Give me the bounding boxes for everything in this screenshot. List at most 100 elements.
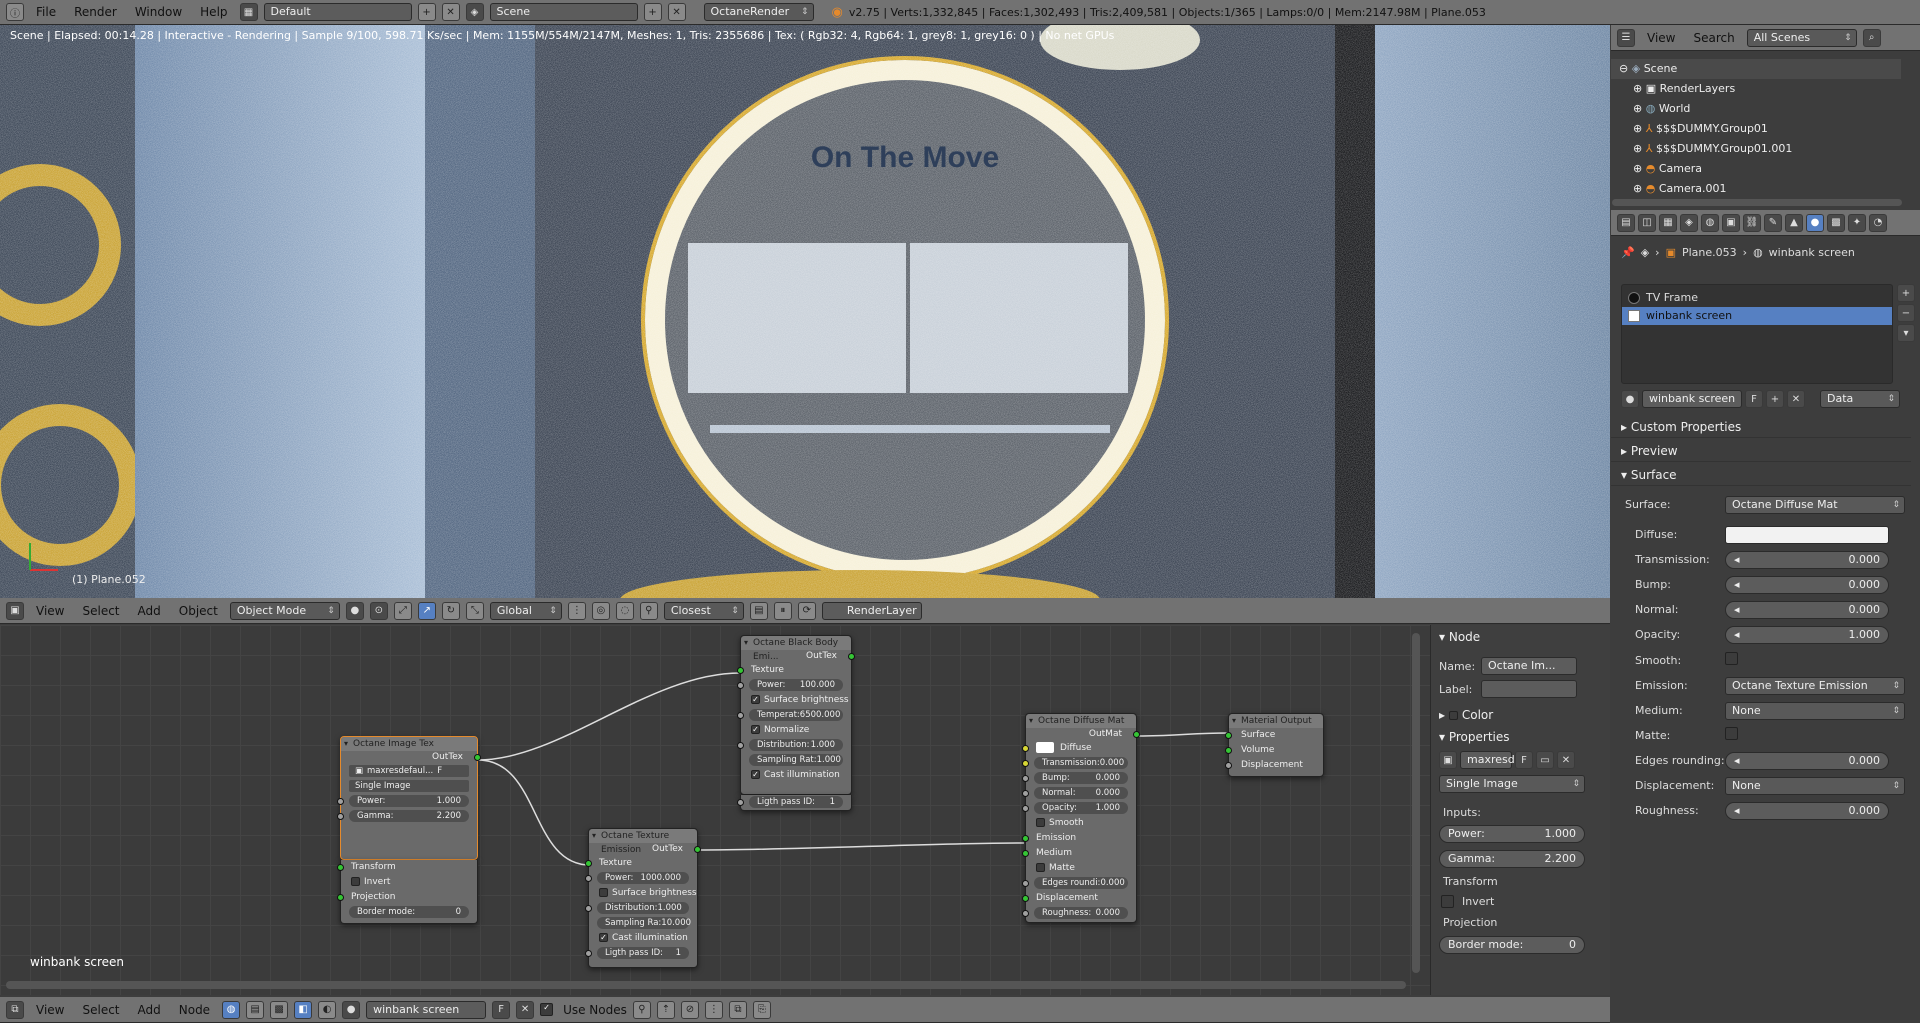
temperature-slider[interactable]: Temperat: 6500.000 (749, 709, 843, 721)
power-socket[interactable] (585, 875, 592, 882)
material-output-node[interactable]: Material Output Surface Volume Displacem… (1225, 713, 1324, 777)
vp-menu-object[interactable]: Object (173, 604, 224, 618)
gamma-socket[interactable] (337, 813, 344, 820)
diffuse-color-field[interactable] (1725, 526, 1889, 544)
material-name-field[interactable]: winbank screen (1642, 390, 1742, 408)
scene-icon[interactable]: ◈ (465, 3, 484, 21)
outliner-row-camera-001[interactable]: ⊕ ◓ Camera.001 (1611, 179, 1901, 199)
render-anim-icon[interactable]: ⏸ (773, 601, 792, 620)
bump-socket[interactable] (1022, 775, 1029, 782)
roughness-slider[interactable]: ◂ 0.000 (1725, 802, 1889, 820)
edges-rounding-slider[interactable]: Edges roundi: 0.000 (1034, 877, 1128, 889)
roughness-socket[interactable] (1022, 910, 1029, 917)
light-pass-slider[interactable]: Ligth pass ID: 1 (749, 796, 843, 808)
vp-menu-add[interactable]: Add (132, 604, 167, 618)
texture-nodes-icon[interactable]: ▩ (270, 1000, 289, 1019)
horizontal-scrollbar[interactable] (6, 981, 1406, 989)
breadcrumb-material[interactable]: winbank screen (1769, 246, 1855, 259)
properties-section-header[interactable]: ▾ Properties (1431, 727, 1510, 747)
display-mode-select[interactable]: All Scenes (1746, 28, 1857, 47)
orientation-select[interactable]: Global (489, 601, 562, 620)
menu-file[interactable]: File (30, 5, 62, 19)
3d-viewport[interactable]: On The Move Scene | Elapsed: 00:14.28 | … (0, 25, 1610, 598)
material-fake-user[interactable]: F (492, 1000, 511, 1019)
unlink-material-icon[interactable]: ✕ (1787, 390, 1805, 408)
ne-menu-add[interactable]: Add (132, 1003, 167, 1017)
texture-socket[interactable] (737, 667, 744, 674)
black-body-node[interactable]: Octane Black Body Emi... OutTex Texture … (737, 635, 855, 795)
editor-type-icon[interactable]: ▤ (1617, 213, 1635, 232)
viewport-shading-icon[interactable]: ● (345, 601, 364, 620)
unlink-icon[interactable]: ✕ (1557, 751, 1575, 769)
shader-nodes-icon[interactable]: ◍ (222, 1000, 241, 1019)
new-material-icon[interactable]: + (1766, 390, 1784, 408)
image-browse-icon[interactable]: ▣ (1439, 751, 1457, 769)
layout-field[interactable]: Default (263, 3, 412, 21)
edges-rounding-slider[interactable]: ◂ 0.000 (1725, 752, 1889, 770)
parent-node-icon[interactable]: ⇡ (656, 1000, 675, 1019)
material-browse-icon[interactable]: ● (342, 1000, 361, 1019)
power-slider[interactable]: Power: 1.000 (349, 795, 469, 807)
add-scene-icon[interactable]: + (643, 3, 662, 21)
folder-icon[interactable]: ▭ (1536, 751, 1554, 769)
projection-mode-select[interactable]: Single Image (1439, 775, 1585, 793)
power-slider[interactable]: Power: 100.000 (749, 679, 843, 691)
transmission-slider[interactable]: ◂ 0.000 (1725, 551, 1889, 569)
normalize-checkbox[interactable]: ✓ (751, 725, 760, 734)
distribution-slider[interactable]: Distribution: 1.000 (749, 739, 843, 751)
diffuse-color-swatch[interactable] (1036, 742, 1054, 753)
power-socket[interactable] (337, 798, 344, 805)
ne-menu-node[interactable]: Node (173, 1003, 216, 1017)
ne-menu-view[interactable]: View (30, 1003, 70, 1017)
editor-type-icon[interactable]: ▣ (6, 601, 24, 620)
matte-checkbox[interactable] (1725, 727, 1738, 740)
power-slider[interactable]: Power: 1000.000 (597, 872, 689, 884)
compositing-nodes-icon[interactable]: ▤ (246, 1000, 265, 1019)
menu-render[interactable]: Render (68, 5, 123, 19)
snap-target-icon[interactable]: ⋮ (704, 1000, 723, 1019)
mode-select[interactable]: Object Mode (229, 601, 340, 620)
paste-nodes-icon[interactable]: ⎘ (752, 1000, 771, 1019)
render-image-icon[interactable]: ▤ (749, 601, 768, 620)
bump-slider[interactable]: Bump: 0.000 (1034, 772, 1128, 784)
sampling-rate-slider[interactable]: Sampling Rat: 1.000 (749, 754, 843, 766)
render-layers-tab-icon[interactable]: ▦ (1659, 213, 1677, 232)
texture-tab-icon[interactable]: ▩ (1827, 213, 1845, 232)
medium-socket[interactable] (1022, 850, 1029, 857)
panel-gamma-slider[interactable]: Gamma: 2.200 (1439, 850, 1585, 868)
sampling-rate-slider[interactable]: Sampling Ra: 10.000 (597, 917, 691, 929)
material-browse-icon[interactable]: ● (1621, 390, 1639, 408)
diffuse-mat-node[interactable]: Octane Diffuse Mat OutMat Diffuse Transm… (1022, 713, 1140, 923)
snap-icon[interactable]: ⚲ (639, 601, 658, 620)
outliner-row-renderlayers[interactable]: ⊕ ▣ RenderLayers (1611, 79, 1901, 99)
color-checkbox[interactable] (1448, 711, 1458, 720)
temperature-socket[interactable] (737, 712, 744, 719)
power-socket[interactable] (737, 682, 744, 689)
cast-illumination-checkbox[interactable]: ✓ (599, 933, 608, 942)
manipulator-icon[interactable]: ⤢ (393, 601, 412, 620)
normal-slider[interactable]: Normal: 0.000 (1034, 787, 1128, 799)
copy-nodes-icon[interactable]: ⧉ (728, 1000, 747, 1019)
remove-layout-icon[interactable]: ✕ (441, 3, 460, 21)
use-nodes-checkbox[interactable]: ✓ (540, 1003, 554, 1016)
vp-menu-view[interactable]: View (30, 604, 70, 618)
opacity-slider[interactable]: Opacity: 1.000 (1034, 802, 1128, 814)
render-layer-field[interactable]: RenderLayer (821, 601, 922, 620)
opacity-slider[interactable]: ◂ 1.000 (1725, 626, 1889, 644)
outtex-socket[interactable] (474, 754, 481, 761)
outliner-menu-search[interactable]: Search (1687, 31, 1740, 45)
world-tab-icon[interactable]: ◍ (1701, 213, 1719, 232)
outliner-row-dummy-001[interactable]: ⊕ ⅄ $$$DUMMY.Group01.001 (1611, 139, 1901, 159)
image-file-field[interactable]: maxresd (1460, 751, 1515, 769)
node-label-field[interactable] (1481, 680, 1577, 698)
outliner-row-world[interactable]: ⊕ ◍ World (1611, 99, 1901, 119)
breadcrumb-object[interactable]: Plane.053 (1682, 246, 1737, 259)
fake-user-button[interactable]: F (1515, 751, 1533, 769)
texture-emission-node[interactable]: Octane Texture Emission OutTex Texture P… (585, 828, 701, 968)
emission-socket[interactable] (1022, 835, 1029, 842)
scale-icon[interactable]: ⤡ (465, 601, 484, 620)
modifiers-tab-icon[interactable]: ✎ (1764, 213, 1782, 232)
sync-icon[interactable]: ⟳ (797, 601, 816, 620)
panel-invert-checkbox[interactable] (1441, 895, 1454, 908)
menu-window[interactable]: Window (129, 5, 188, 19)
